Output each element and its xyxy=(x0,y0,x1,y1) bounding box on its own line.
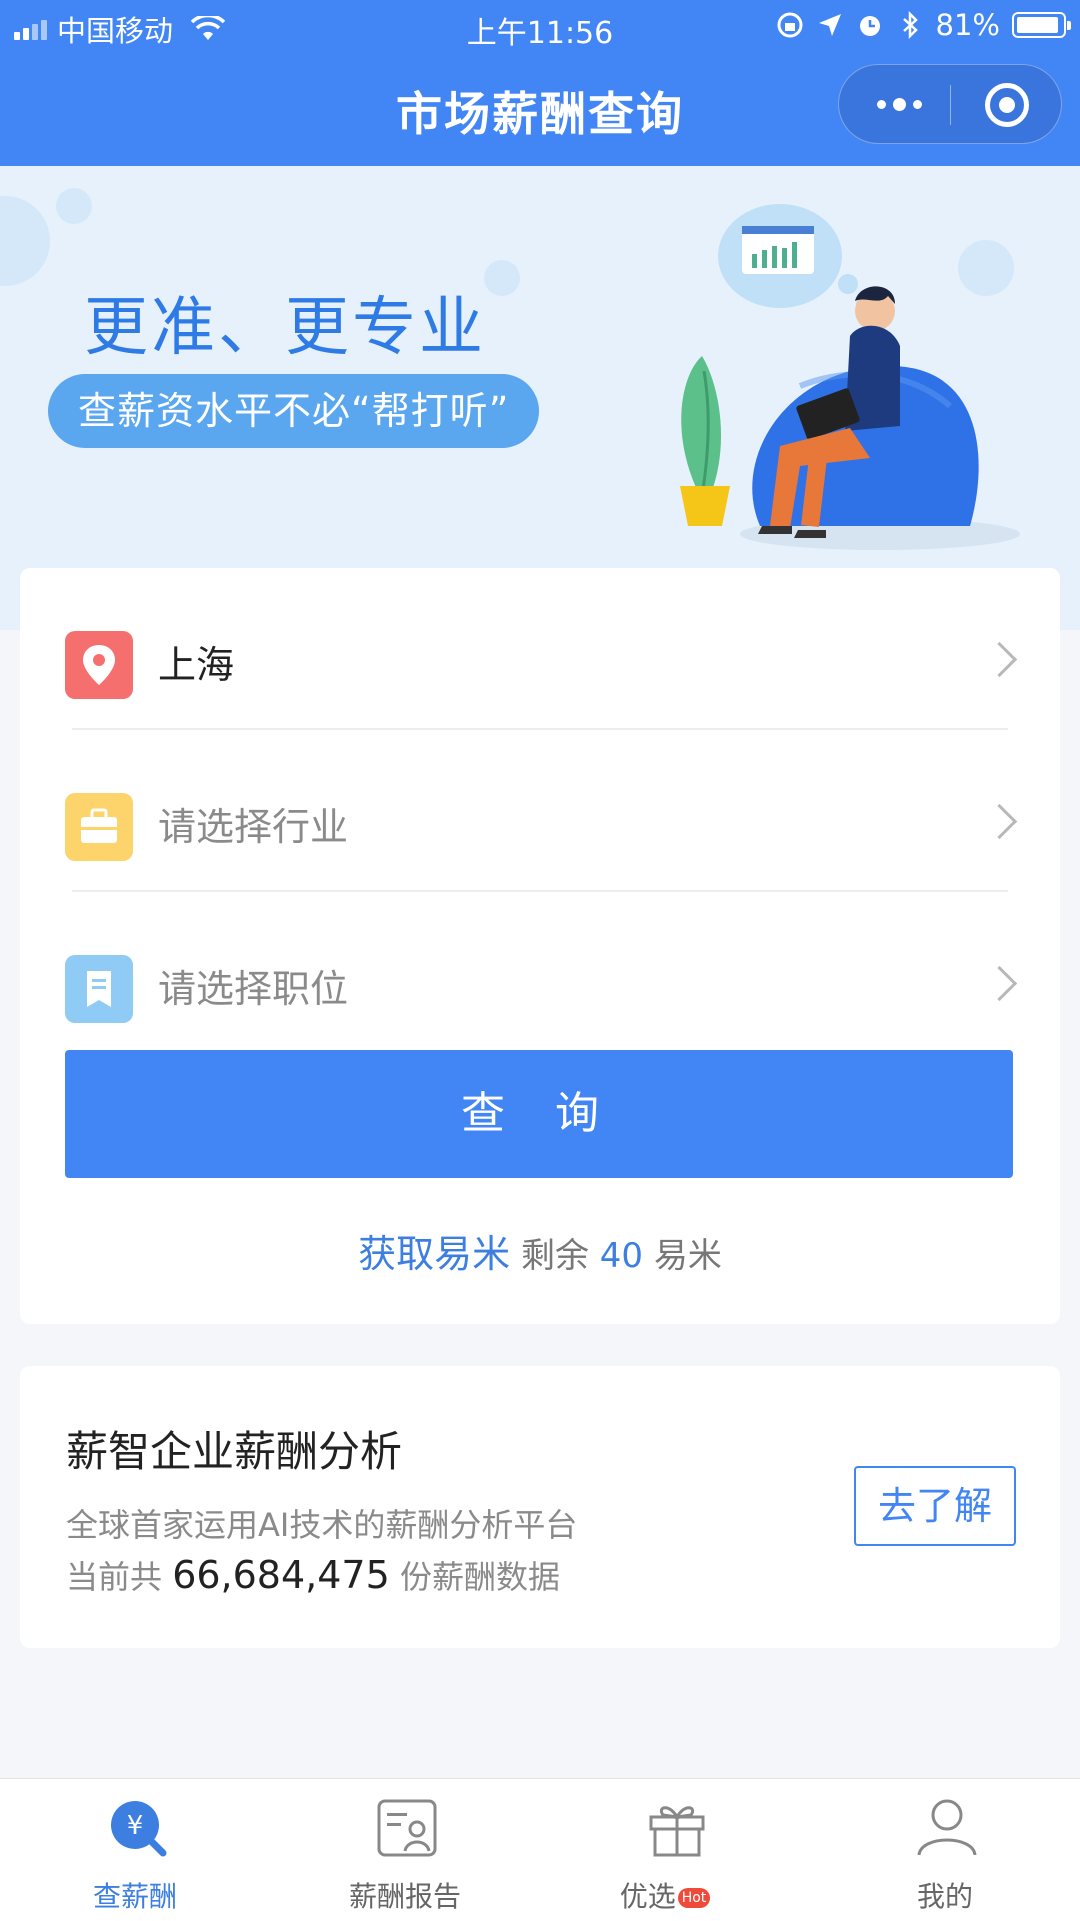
report-icon xyxy=(377,1799,437,1857)
chevron-right-icon xyxy=(981,965,1018,1002)
industry-selector[interactable]: 请选择行业 xyxy=(20,775,1060,875)
user-icon xyxy=(917,1799,977,1856)
remaining-value: 40 xyxy=(599,1236,644,1276)
analysis-subtitle: 全球首家运用AI技术的薪酬分析平台 xyxy=(66,1506,578,1544)
remaining-label: 剩余 xyxy=(520,1236,589,1276)
analysis-count: 当前共 66,684,475 份薪酬数据 xyxy=(66,1552,560,1598)
gift-icon xyxy=(649,1806,705,1857)
chevron-right-icon xyxy=(981,803,1018,840)
briefcase-icon xyxy=(65,793,133,861)
query-button[interactable]: 查 询 xyxy=(65,1050,1013,1178)
position-placeholder: 请选择职位 xyxy=(158,967,349,1011)
position-selector[interactable]: 请选择职位 xyxy=(20,937,1060,1037)
capsule-divider xyxy=(950,85,951,125)
bookmark-icon xyxy=(65,955,133,1023)
yuan-search-icon: ¥ xyxy=(111,1801,167,1857)
tab-label-text: 优选 xyxy=(619,1880,676,1913)
credits-line: 获取易米 剩余 40 易米 xyxy=(20,1223,1060,1278)
city-label: 上海 xyxy=(158,643,235,687)
svg-text:¥: ¥ xyxy=(127,1811,144,1841)
bluetooth-icon xyxy=(902,11,918,39)
credits-unit: 易米 xyxy=(653,1236,722,1276)
tab-label: 薪酬报告 xyxy=(348,1880,461,1913)
city-selector[interactable]: 上海 xyxy=(20,613,1060,713)
chevron-right-icon xyxy=(981,641,1018,678)
get-credits-link[interactable]: 获取易米 xyxy=(358,1232,510,1276)
row-divider xyxy=(72,728,1008,730)
count-prefix: 当前共 xyxy=(66,1558,163,1596)
close-mini-program-icon[interactable] xyxy=(985,83,1029,127)
row-divider xyxy=(72,890,1008,892)
tab-label: 查薪酬 xyxy=(92,1880,177,1913)
tab-salary-query[interactable]: ¥ 查薪酬 xyxy=(0,1779,270,1921)
count-value: 66,684,475 xyxy=(172,1553,390,1597)
top-bar: 中国移动 上午11:56 81% 市场薪酬查询 xyxy=(0,0,1080,166)
location-pin-icon xyxy=(65,631,133,699)
tab-salary-report[interactable]: 薪酬报告 xyxy=(270,1779,540,1921)
learn-more-button[interactable]: 去了解 xyxy=(854,1466,1016,1546)
bottom-tab-bar: ¥ 查薪酬 薪酬报告 优选 Hot 我的 xyxy=(0,1778,1080,1921)
battery-icon xyxy=(1012,12,1071,38)
tab-label: 我的 xyxy=(916,1880,973,1913)
mini-program-capsule xyxy=(838,64,1062,144)
tab-label: 优选 Hot xyxy=(520,1875,810,1915)
more-icon[interactable] xyxy=(859,65,939,143)
rotation-lock-icon xyxy=(777,12,803,38)
person-on-beanbag-illustration xyxy=(680,204,1020,550)
industry-placeholder: 请选择行业 xyxy=(158,805,349,849)
battery-percent: 81% xyxy=(935,8,1000,42)
banner-headline: 更准、更专业 xyxy=(84,291,486,365)
count-suffix: 份薪酬数据 xyxy=(399,1558,560,1596)
salary-query-card: 上海 请选择行业 请选择职位 查 询 获取易米 剩余 40 易米 xyxy=(20,568,1060,1324)
enterprise-analysis-card: 薪智企业薪酬分析 全球首家运用AI技术的薪酬分析平台 当前共 66,684,47… xyxy=(20,1366,1060,1648)
analysis-title: 薪智企业薪酬分析 xyxy=(66,1427,403,1476)
location-arrow-icon xyxy=(818,14,841,36)
tab-featured[interactable]: 优选 Hot xyxy=(540,1779,810,1921)
banner-tagline: 查薪资水平不必“帮打听” xyxy=(48,374,540,448)
status-bar: 中国移动 上午11:56 81% xyxy=(0,0,1080,54)
hero-banner: 更准、更专业 查薪资水平不必“帮打听” xyxy=(0,166,1080,630)
tab-mine[interactable]: 我的 xyxy=(810,1779,1080,1921)
alarm-icon xyxy=(859,16,880,36)
hot-badge: Hot xyxy=(677,1888,711,1908)
